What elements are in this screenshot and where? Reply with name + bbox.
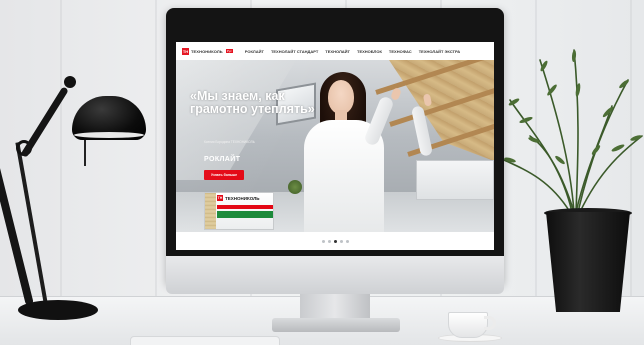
plant-leaves <box>503 49 643 213</box>
lamp-base <box>18 300 98 320</box>
nav-item[interactable]: РОКЛАЙТ <box>245 49 264 54</box>
product-package: ТН ТЕХНОНИКОЛЬ <box>204 192 274 230</box>
nav-item[interactable]: ТЕХНОЛАЙТ СТАНДАРТ <box>271 49 318 54</box>
side-cabinet <box>416 160 494 200</box>
product-logo-text: ТЕХНОНИКОЛЬ <box>225 195 260 201</box>
monitor-screen: ТН ТЕХНОНИКОЛЬ Рус РОКЛАЙТ ТЕХНОЛАЙТ СТА… <box>176 42 494 250</box>
lamp-head-joint <box>64 76 76 88</box>
hero-banner: «Мы знаем, как грамотно утеплять» Ксения… <box>176 60 494 232</box>
slider-dot[interactable] <box>327 239 331 243</box>
logo-text: ТЕХНОНИКОЛЬ <box>191 48 223 54</box>
site-logo[interactable]: ТН ТЕХНОНИКОЛЬ Рус <box>182 47 233 55</box>
product-logo-mark: ТН <box>217 195 223 201</box>
lamp-rim <box>74 132 144 138</box>
site-nav: РОКЛАЙТ ТЕХНОЛАЙТ СТАНДАРТ ТЕХНОЛАЙТ ТЕХ… <box>245 49 460 54</box>
nav-item[interactable]: ТЕХНОФАС <box>389 49 412 54</box>
slider-dot[interactable] <box>321 239 325 243</box>
slider-dot[interactable] <box>339 239 343 243</box>
coffee-cup <box>448 312 488 338</box>
site-header: ТН ТЕХНОНИКОЛЬ Рус РОКЛАЙТ ТЕХНОЛАЙТ СТА… <box>176 42 494 60</box>
slider-dots <box>176 232 494 250</box>
lamp-cord <box>84 140 86 166</box>
hero-title: «Мы знаем, как грамотно утеплять» <box>190 89 315 116</box>
photo-scene: ТН ТЕХНОНИКОЛЬ Рус РОКЛАЙТ ТЕХНОЛАЙТ СТА… <box>0 0 644 345</box>
monitor-stand-foot <box>272 318 400 332</box>
hero-cta-button[interactable]: Узнать больше <box>204 170 244 180</box>
plant-pot <box>546 212 630 312</box>
woman-face <box>328 80 354 114</box>
product-logo: ТН ТЕХНОНИКОЛЬ <box>217 195 260 201</box>
nav-item[interactable]: ТЕХНОБЛОК <box>357 49 382 54</box>
slider-dot[interactable] <box>345 239 349 243</box>
small-plant <box>288 180 302 194</box>
logo-mark: ТН <box>182 47 189 55</box>
nav-item[interactable]: ТЕХНОЛАЙТ ЭКСТРА <box>419 49 460 54</box>
hero-author: Ксения Бородина ТЕХНОНИКОЛЬ <box>204 140 255 144</box>
product-band-red <box>217 205 273 209</box>
hero-brand: РОКЛАЙТ <box>204 156 241 163</box>
keyboard <box>130 336 280 345</box>
product-band-green <box>217 211 273 218</box>
product-side <box>205 193 216 229</box>
monitor-chin <box>166 256 504 294</box>
logo-sub: Рус <box>225 49 233 53</box>
slider-dot[interactable] <box>333 239 337 243</box>
nav-item[interactable]: ТЕХНОЛАЙТ <box>325 49 350 54</box>
